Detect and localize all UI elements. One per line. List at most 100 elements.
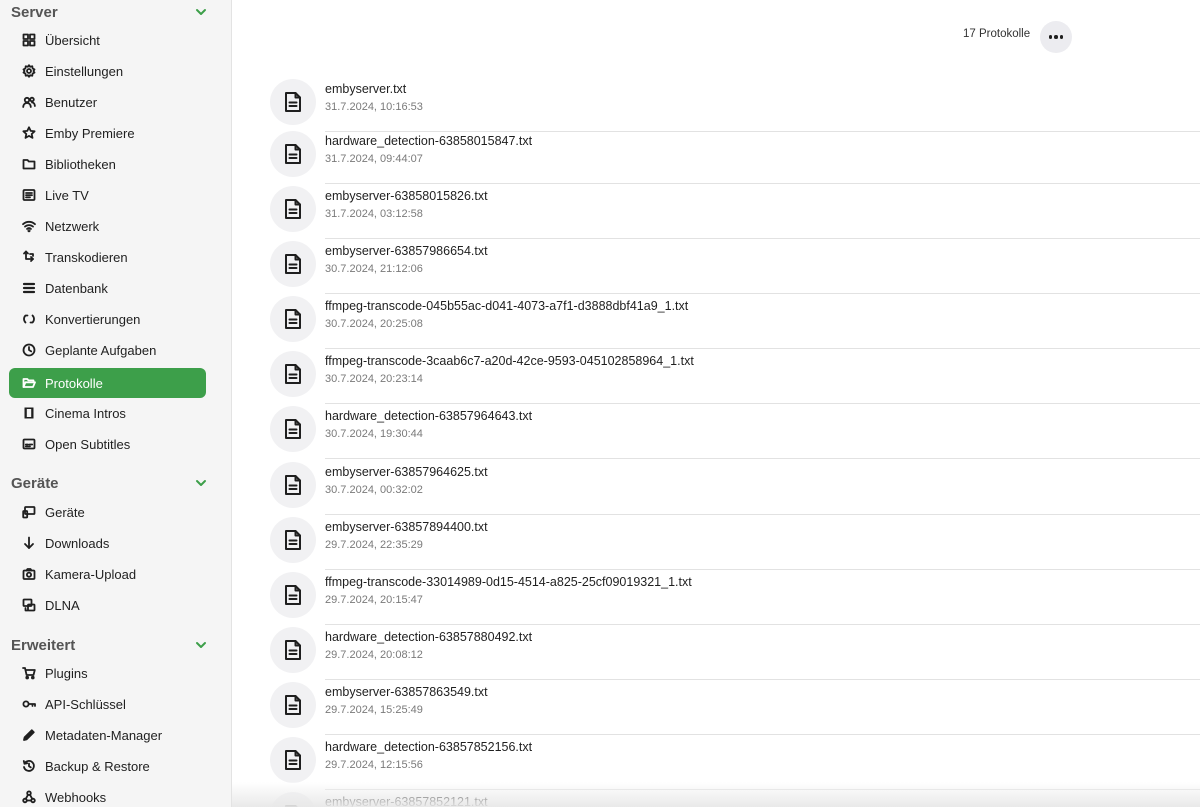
- log-row[interactable]: hardware_detection-63858015847.txt 31.7.…: [270, 129, 1200, 184]
- restore-icon: [22, 759, 36, 773]
- row-divider: [325, 458, 1200, 459]
- sidebar-item-konvertierungen[interactable]: Konvertierungen: [9, 304, 206, 334]
- log-row[interactable]: hardware_detection-63857880492.txt 29.7.…: [270, 625, 1200, 680]
- key-icon: [22, 697, 36, 711]
- sidebar-item-label: Netzwerk: [45, 218, 100, 234]
- log-row[interactable]: embyserver.txt 31.7.2024, 10:16:53: [270, 77, 1200, 132]
- log-row[interactable]: embyserver-63857894400.txt 29.7.2024, 22…: [270, 515, 1200, 570]
- log-file-name[interactable]: embyserver-63857894400.txt: [325, 520, 488, 534]
- sidebar-item-transkodieren[interactable]: Transkodieren: [9, 242, 206, 272]
- log-file-name[interactable]: embyserver-63857986654.txt: [325, 244, 488, 258]
- sidebar-item-dlna[interactable]: DLNA: [9, 590, 206, 620]
- database-icon: [22, 281, 36, 295]
- sidebar-item-geplante-aufgaben[interactable]: Geplante Aufgaben: [9, 335, 206, 365]
- sidebar-item-label: Cinema Intros: [45, 405, 126, 421]
- log-count-label: 17 Protokolle: [963, 28, 1031, 40]
- tv-guide-icon: [22, 188, 36, 202]
- sidebar-item-label: Bibliotheken: [45, 156, 116, 172]
- log-row[interactable]: embyserver-63857986654.txt 30.7.2024, 21…: [270, 239, 1200, 294]
- sidebar-item-label: Emby Premiere: [45, 125, 135, 141]
- document-icon: [270, 131, 316, 177]
- sidebar-item-label: Backup & Restore: [45, 758, 150, 774]
- section-title: Geräte: [11, 474, 59, 492]
- main-content: 17 Protokolle embyserver.txt 31.7.2024, …: [232, 0, 1200, 807]
- log-file-name[interactable]: embyserver-63857863549.txt: [325, 685, 488, 699]
- sidebar-item-label: Webhooks: [45, 789, 107, 805]
- sidebar-item-label: Geplante Aufgaben: [45, 342, 157, 358]
- log-file-date: 31.7.2024, 09:44:07: [325, 153, 423, 165]
- section-title: Server: [11, 3, 58, 21]
- chevron-down-icon[interactable]: [195, 477, 207, 489]
- sidebar-item-bibliotheken[interactable]: Bibliotheken: [9, 149, 206, 179]
- document-icon: [270, 737, 316, 783]
- document-icon: [270, 627, 316, 673]
- log-file-name[interactable]: hardware_detection-63858015847.txt: [325, 134, 532, 148]
- sidebar-item-emby-premiere[interactable]: Emby Premiere: [9, 118, 206, 148]
- sidebar-item-cinema-intros[interactable]: Cinema Intros: [9, 398, 206, 428]
- log-file-name[interactable]: ffmpeg-transcode-33014989-0d15-4514-a825…: [325, 575, 692, 589]
- sidebar-item-webhooks[interactable]: Webhooks: [9, 782, 206, 807]
- sidebar-item-einstellungen[interactable]: Einstellungen: [9, 56, 206, 86]
- sidebar-item-live-tv[interactable]: Live TV: [9, 180, 206, 210]
- sidebar-item-geraete[interactable]: Geräte: [9, 497, 206, 527]
- log-row[interactable]: ffmpeg-transcode-33014989-0d15-4514-a825…: [270, 570, 1200, 625]
- document-icon: [270, 792, 316, 807]
- log-row[interactable]: embyserver-63858015826.txt 31.7.2024, 03…: [270, 184, 1200, 239]
- log-file-name[interactable]: hardware_detection-63857964643.txt: [325, 409, 532, 423]
- sidebar-item-label: Übersicht: [45, 32, 100, 48]
- log-row[interactable]: ffmpeg-transcode-3caab6c7-a20d-42ce-9593…: [270, 349, 1200, 404]
- log-file-name[interactable]: embyserver.txt: [325, 82, 406, 96]
- sidebar-item-api-schluessel[interactable]: API-Schlüssel: [9, 689, 206, 719]
- sidebar-item-label: Plugins: [45, 665, 88, 681]
- more-horizontal-icon: [1048, 35, 1053, 39]
- devices-icon: [22, 505, 36, 519]
- chevron-down-icon[interactable]: [195, 6, 207, 18]
- dashboard-icon: [22, 33, 36, 47]
- log-file-name[interactable]: ffmpeg-transcode-3caab6c7-a20d-42ce-9593…: [325, 354, 694, 368]
- log-row[interactable]: embyserver-63857964625.txt 30.7.2024, 00…: [270, 460, 1200, 515]
- sidebar-item-plugins[interactable]: Plugins: [9, 658, 206, 688]
- sidebar-item-datenbank[interactable]: Datenbank: [9, 273, 206, 303]
- gear-icon: [22, 64, 36, 78]
- sidebar-item-open-subtitles[interactable]: Open Subtitles: [9, 429, 206, 459]
- log-file-name[interactable]: hardware_detection-63857880492.txt: [325, 630, 532, 644]
- clock-icon: [22, 343, 36, 357]
- sidebar-item-netzwerk[interactable]: Netzwerk: [9, 211, 206, 241]
- section-header-geraete[interactable]: Geräte: [11, 471, 207, 495]
- log-row[interactable]: hardware_detection-63857964643.txt 30.7.…: [270, 404, 1200, 459]
- log-file-name[interactable]: embyserver-63858015826.txt: [325, 189, 488, 203]
- section-header-server[interactable]: Server: [11, 0, 207, 24]
- sidebar-item-protokolle[interactable]: Protokolle: [9, 368, 206, 398]
- webhook-icon: [22, 790, 36, 804]
- log-row[interactable]: embyserver-63857863549.txt 29.7.2024, 15…: [270, 680, 1200, 735]
- log-file-name[interactable]: ffmpeg-transcode-045b55ac-d041-4073-a7f1…: [325, 299, 688, 313]
- more-options-button[interactable]: [1040, 21, 1072, 53]
- sidebar-item-uebersicht[interactable]: Übersicht: [9, 25, 206, 55]
- camera-icon: [22, 567, 36, 581]
- sidebar-item-downloads[interactable]: Downloads: [9, 528, 206, 558]
- sidebar-item-label: Konvertierungen: [45, 311, 141, 327]
- sidebar-item-label: Live TV: [45, 187, 89, 203]
- sidebar-item-metadaten-manager[interactable]: Metadaten-Manager: [9, 720, 206, 750]
- sidebar-item-label: Downloads: [45, 535, 110, 551]
- sidebar-item-backup-restore[interactable]: Backup & Restore: [9, 751, 206, 781]
- sidebar-item-benutzer[interactable]: Benutzer: [9, 87, 206, 117]
- document-icon: [270, 79, 316, 125]
- log-row[interactable]: ffmpeg-transcode-045b55ac-d041-4073-a7f1…: [270, 294, 1200, 349]
- log-file-name[interactable]: hardware_detection-63857852156.txt: [325, 740, 532, 754]
- log-file-name[interactable]: embyserver-63857964625.txt: [325, 465, 488, 479]
- log-row[interactable]: embyserver-63857852121.txt: [270, 790, 1200, 807]
- sidebar: Server Übersicht Einstellungen Benutzer …: [0, 0, 232, 807]
- log-file-date: 30.7.2024, 20:23:14: [325, 373, 423, 385]
- log-file-date: 29.7.2024, 12:15:56: [325, 759, 423, 771]
- document-icon: [270, 462, 316, 508]
- document-icon: [270, 682, 316, 728]
- sidebar-item-label: Einstellungen: [45, 63, 124, 79]
- log-file-name[interactable]: embyserver-63857852121.txt: [325, 795, 488, 807]
- chevron-down-icon[interactable]: [195, 639, 207, 651]
- sidebar-item-kamera-upload[interactable]: Kamera-Upload: [9, 559, 206, 589]
- document-icon: [270, 572, 316, 618]
- section-header-erweitert[interactable]: Erweitert: [11, 633, 207, 657]
- log-row[interactable]: hardware_detection-63857852156.txt 29.7.…: [270, 735, 1200, 790]
- folder-open-icon: [22, 376, 36, 390]
